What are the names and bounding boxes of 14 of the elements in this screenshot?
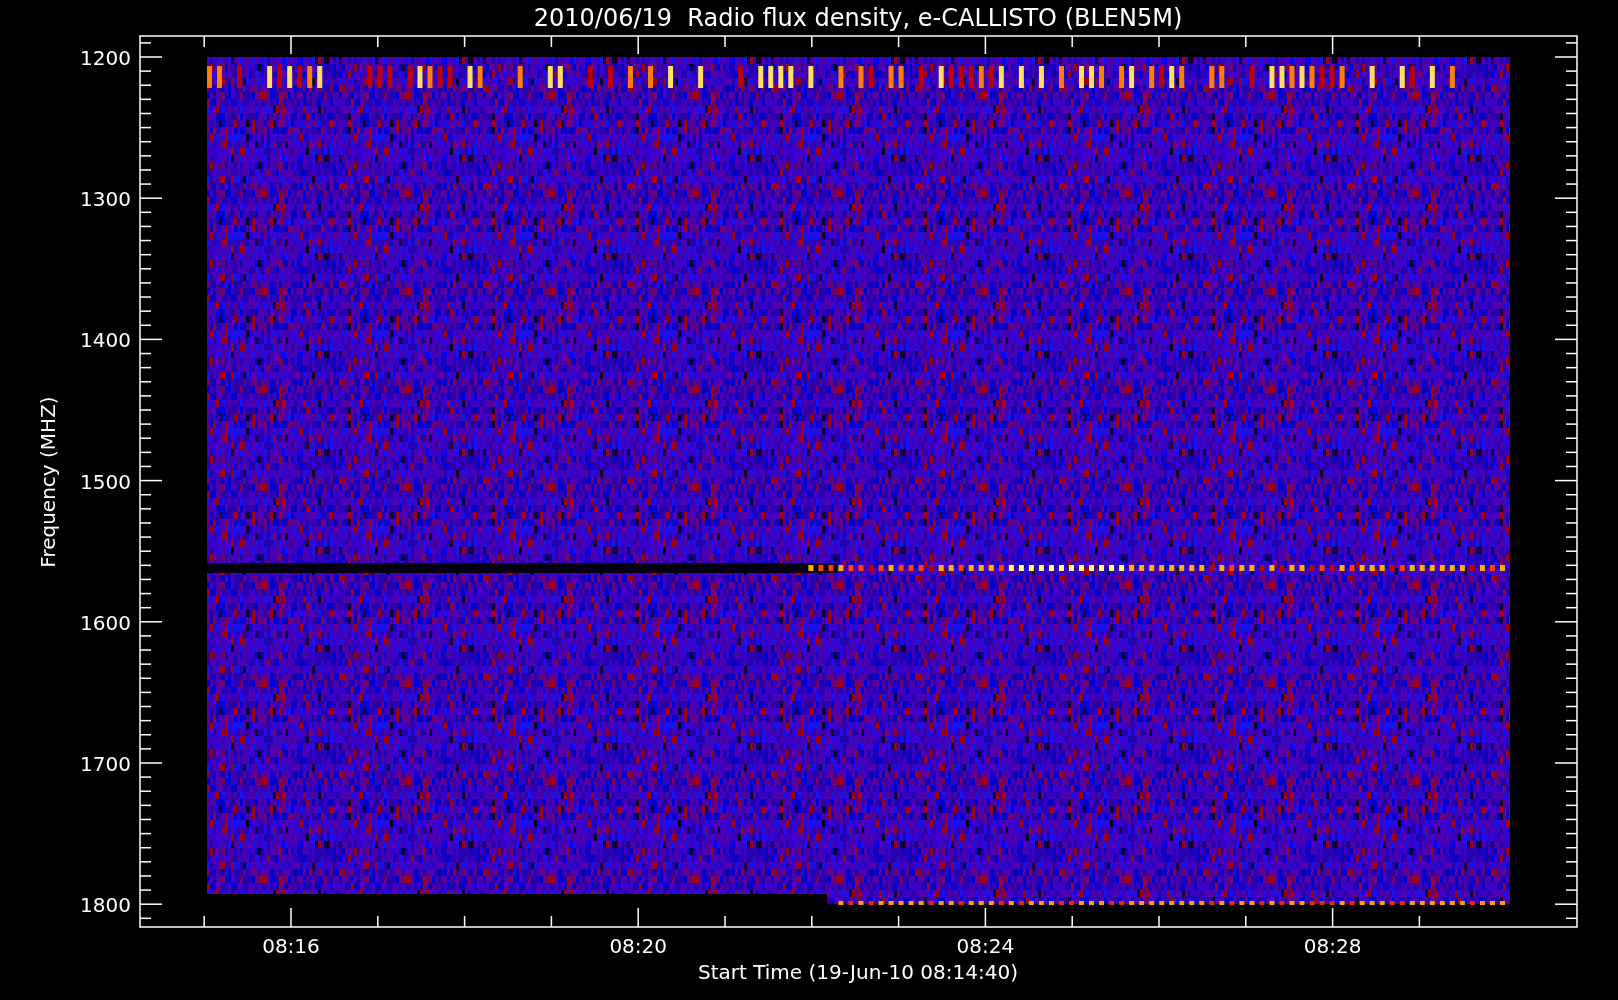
- y-tick-label: 1800: [80, 893, 131, 918]
- x-tick-label: 08:28: [1303, 934, 1362, 958]
- y-tick-label: 1300: [80, 187, 131, 212]
- y-tick-label: 1400: [80, 328, 131, 353]
- x-tick-label: 08:24: [956, 934, 1015, 958]
- x-tick-label: 08:20: [609, 934, 667, 958]
- y-tick-label: 1600: [80, 610, 131, 635]
- y-tick-label: 1500: [80, 469, 131, 494]
- y-axis-label: Frequency (MHZ): [36, 396, 60, 568]
- x-tick-label: 08:16: [262, 934, 320, 958]
- y-tick-label: 1700: [80, 752, 131, 776]
- x-axis-label: Start Time (19-Jun-10 08:14:40): [698, 960, 1018, 984]
- y-tick-label: 1200: [80, 46, 131, 70]
- plot-title: 2010/06/19 Radio flux density, e-CALLISTO (BLEN5M): [533, 4, 1183, 32]
